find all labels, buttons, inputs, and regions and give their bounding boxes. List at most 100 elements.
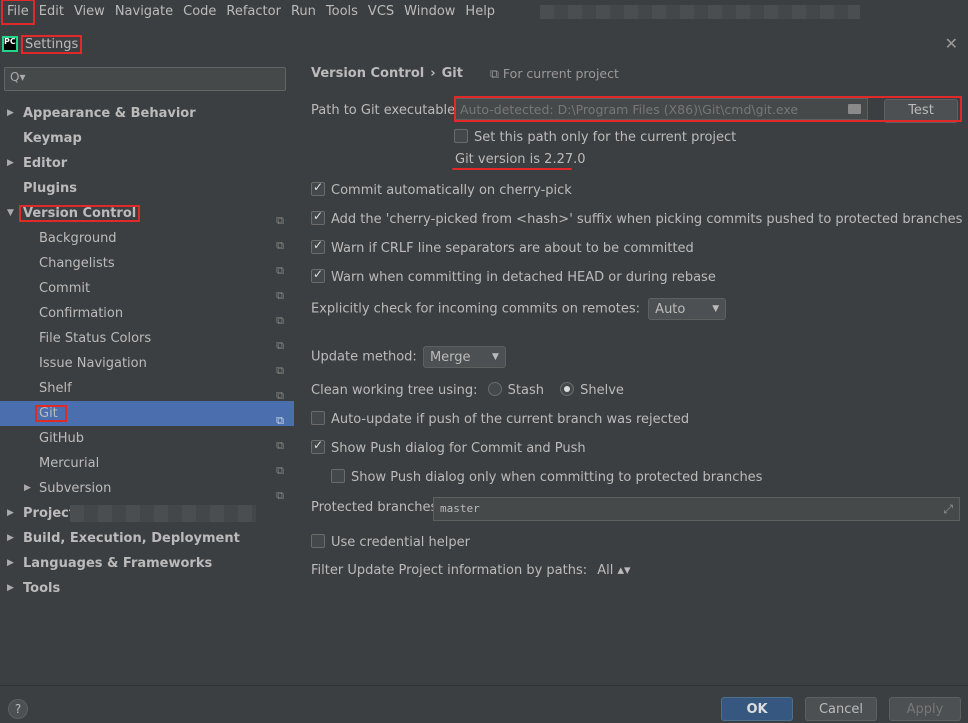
menu-file[interactable]: File [1, 0, 35, 25]
test-button[interactable]: Test [884, 99, 958, 123]
search-input[interactable]: Q▾ [4, 67, 286, 91]
tree-item-background[interactable]: Background ⧉ [0, 226, 294, 252]
tree-item-file-status-colors[interactable]: File Status Colors ⧉ [0, 326, 294, 352]
tree-item-tools[interactable]: ▶ Tools [0, 576, 294, 601]
tree-item-changelists[interactable]: Changelists ⧉ [0, 251, 294, 277]
current-project-only-checkbox[interactable] [454, 129, 468, 143]
menu-edit[interactable]: Edit [34, 0, 69, 24]
checkbox-label: Auto-update if push of the current branc… [331, 412, 690, 427]
tree-item-commit[interactable]: Commit ⧉ [0, 276, 294, 302]
stash-radio[interactable] [487, 382, 502, 396]
breadcrumb-parent[interactable]: Version Control [311, 66, 424, 81]
blurred-project-path [540, 5, 861, 19]
chevron-right-icon[interactable]: ▶ [7, 101, 14, 126]
credential-helper-option[interactable]: Use credential helper [311, 534, 470, 550]
shelve-radio[interactable] [560, 382, 575, 396]
tree-item-label: Shelf [39, 381, 72, 396]
auto-update-option[interactable]: Auto-update if push of the current branc… [311, 411, 689, 427]
shelve-option[interactable]: Shelve [560, 382, 624, 398]
crlf-option[interactable]: Warn if CRLF line separators are about t… [311, 238, 694, 256]
tree-item-appearance[interactable]: ▶ Appearance & Behavior [0, 101, 294, 126]
show-push-option[interactable]: Show Push dialog for Commit and Push [311, 438, 586, 456]
crlf-checkbox[interactable] [311, 238, 325, 254]
tree-item-label: Mercurial [39, 456, 100, 471]
git-path-label: Path to Git executable: [311, 103, 460, 118]
tree-item-subversion[interactable]: ▶ Subversion ⧉ [0, 476, 294, 502]
menu-vcs[interactable]: VCS [363, 0, 399, 24]
tree-item-label: Commit [39, 281, 91, 296]
stash-option[interactable]: Stash [487, 382, 544, 398]
cherry-pick-checkbox[interactable] [311, 180, 325, 196]
git-path-input[interactable]: Auto-detected: D:\Program Files (X86)\Gi… [454, 98, 868, 120]
menu-view[interactable]: View [69, 0, 110, 24]
chevron-right-icon[interactable]: ▶ [7, 501, 14, 526]
ok-button[interactable]: OK [721, 697, 793, 721]
current-project-only-option[interactable]: Set this path only for the current proje… [454, 129, 736, 145]
expand-icon[interactable]: ⤢ [943, 498, 953, 520]
tree-item-project[interactable]: ▶ Project: [0, 501, 294, 526]
chevron-down-icon[interactable]: ▼ [7, 201, 14, 226]
incoming-commits-select[interactable]: Auto ▼ [648, 298, 727, 320]
incoming-commits-label: Explicitly check for incoming commits on… [311, 301, 641, 317]
tree-item-label: GitHub [39, 431, 85, 446]
tree-item-label: Git [35, 405, 67, 422]
tree-item-label: Tools [23, 581, 61, 596]
clean-tree-label: Clean working tree using: [311, 383, 478, 398]
protected-branches-input[interactable]: master ⤢ [433, 497, 960, 521]
chevron-down-icon: ▼ [712, 304, 720, 314]
tree-item-keymap[interactable]: Keymap [0, 126, 294, 151]
filter-update-select[interactable]: All ▴▾ [597, 563, 630, 578]
chevron-right-icon[interactable]: ▶ [7, 526, 14, 551]
chevron-right-icon[interactable]: ▶ [7, 551, 14, 576]
show-push-checkbox[interactable] [311, 438, 325, 454]
update-method-select[interactable]: Merge ▼ [422, 346, 506, 368]
detached-head-checkbox[interactable] [311, 267, 325, 283]
menu-tools[interactable]: Tools [321, 0, 363, 24]
chevron-right-icon[interactable]: ▶ [24, 476, 31, 501]
cherry-suffix-checkbox[interactable] [311, 209, 325, 225]
menu-code[interactable]: Code [178, 0, 221, 24]
tree-item-languages[interactable]: ▶ Languages & Frameworks [0, 551, 294, 576]
cherry-pick-option[interactable]: Commit automatically on cherry-pick [311, 180, 572, 198]
help-icon[interactable]: ? [8, 699, 28, 719]
tree-item-shelf[interactable]: Shelf ⧉ [0, 376, 294, 402]
tree-item-version-control[interactable]: ▼ Version Control ⧉ [0, 201, 294, 227]
git-path-value: Auto-detected: D:\Program Files (X86)\Gi… [460, 102, 799, 117]
folder-icon[interactable] [848, 104, 861, 114]
menu-refactor[interactable]: Refactor [221, 0, 286, 24]
breadcrumb-current: Git [441, 66, 463, 81]
search-icon: Q▾ [10, 70, 26, 84]
breadcrumb-separator: › [430, 66, 436, 81]
tree-item-editor[interactable]: ▶ Editor [0, 151, 294, 176]
tree-item-confirmation[interactable]: Confirmation ⧉ [0, 301, 294, 327]
tree-item-label: Build, Execution, Deployment [23, 531, 240, 546]
menu-help[interactable]: Help [460, 0, 500, 24]
checkbox-label: Warn if CRLF line separators are about t… [331, 241, 694, 256]
menu-run[interactable]: Run [286, 0, 321, 24]
show-push-protected-checkbox[interactable] [331, 469, 345, 483]
cherry-suffix-option[interactable]: Add the 'cherry-picked from <hash>' suff… [311, 209, 962, 227]
tree-item-git[interactable]: Git ⧉ [0, 401, 294, 427]
chevron-right-icon[interactable]: ▶ [7, 151, 14, 176]
cancel-button[interactable]: Cancel [805, 697, 877, 721]
chevron-right-icon[interactable]: ▶ [7, 576, 14, 601]
detached-head-option[interactable]: Warn when committing in detached HEAD or… [311, 267, 716, 285]
git-version-text: Git version is 2.27.0 [455, 152, 586, 167]
tree-item-build[interactable]: ▶ Build, Execution, Deployment [0, 526, 294, 551]
tree-item-label: Background [39, 231, 117, 246]
update-method-label: Update method: [311, 349, 417, 365]
close-icon[interactable]: ✕ [945, 34, 958, 53]
update-method-row: Update method: Merge ▼ [311, 346, 506, 368]
menu-navigate[interactable]: Navigate [110, 0, 178, 24]
tree-item-mercurial[interactable]: Mercurial ⧉ [0, 451, 294, 477]
tree-item-plugins[interactable]: Plugins [0, 176, 294, 201]
tree-item-issue-navigation[interactable]: Issue Navigation ⧉ [0, 351, 294, 377]
tree-item-github[interactable]: GitHub ⧉ [0, 426, 294, 452]
tree-item-label: Editor [23, 156, 68, 171]
auto-update-checkbox[interactable] [311, 411, 325, 425]
menu-window[interactable]: Window [399, 0, 460, 24]
show-push-protected-option[interactable]: Show Push dialog only when committing to… [331, 469, 762, 485]
settings-tree: ▶ Appearance & Behavior Keymap ▶ Editor … [0, 101, 294, 601]
apply-button[interactable]: Apply [889, 697, 961, 721]
credential-helper-checkbox[interactable] [311, 534, 325, 548]
